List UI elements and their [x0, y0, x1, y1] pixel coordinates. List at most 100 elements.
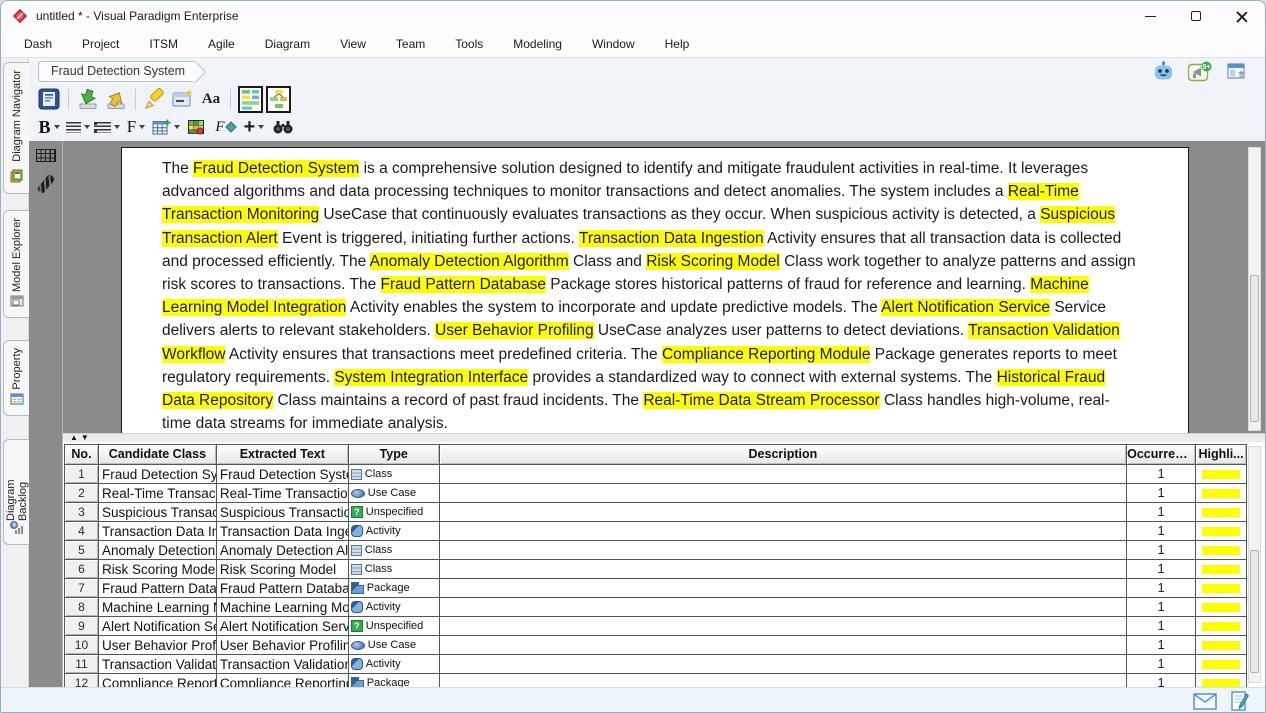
candidate-class-cell[interactable]: Fraud Pattern Database — [99, 579, 217, 598]
font-settings-button[interactable]: Aa — [198, 86, 224, 112]
table-scrollbar-thumb[interactable] — [1250, 550, 1259, 672]
diagram-tab-fraud-detection-system[interactable]: Fraud Detection System — [38, 61, 195, 82]
occurrence-cell[interactable]: 1 — [1127, 560, 1196, 579]
highlight-cell[interactable] — [1196, 503, 1247, 522]
text-analysis-page[interactable]: The Fraud Detection System is a comprehe… — [121, 147, 1189, 433]
occurrence-cell[interactable]: 1 — [1127, 598, 1196, 617]
type-cell[interactable]: ?Unspecified — [349, 617, 440, 636]
font-dropdown-button[interactable]: F — [123, 114, 149, 140]
add-candidate-dropdown-button[interactable]: + — [241, 114, 267, 140]
extracted-text-cell[interactable]: Suspicious Transaction Alert — [217, 503, 349, 522]
table-row[interactable]: 5Anomaly Detection AlgorithmAnomaly Dete… — [65, 541, 1247, 560]
type-cell[interactable]: Activity — [349, 522, 440, 541]
textual-analysis-doc-button[interactable] — [36, 86, 62, 112]
type-cell[interactable]: Use Case — [349, 484, 440, 503]
sidebar-tab-diagram-navigator[interactable]: Diagram Navigator — [3, 62, 29, 194]
highlight-color-swatch[interactable] — [1202, 679, 1240, 688]
menu-item-itsm[interactable]: ITSM — [134, 31, 193, 57]
assistant-robot-button[interactable] — [1150, 58, 1176, 84]
type-cell[interactable]: ?Unspecified — [349, 503, 440, 522]
highlight-cell[interactable] — [1196, 522, 1247, 541]
find-button[interactable] — [270, 114, 296, 140]
highlight-color-swatch[interactable] — [1202, 527, 1240, 536]
highlight-color-swatch[interactable] — [1202, 641, 1240, 650]
occurrence-cell[interactable]: 1 — [1127, 522, 1196, 541]
extracted-text-cell[interactable]: Fraud Detection System — [217, 465, 349, 484]
candidate-class-cell[interactable]: User Behavior Profiling — [99, 636, 217, 655]
row-number-cell[interactable]: 1 — [65, 465, 99, 484]
minimize-button[interactable] — [1127, 1, 1173, 31]
highlight-cell[interactable] — [1196, 598, 1247, 617]
type-cell[interactable]: Activity — [349, 598, 440, 617]
highlight-color-swatch[interactable] — [1202, 546, 1240, 555]
extracted-text-cell[interactable]: Transaction Data Ingestion — [217, 522, 349, 541]
highlight-cell[interactable] — [1196, 465, 1247, 484]
row-number-cell[interactable]: 8 — [65, 598, 99, 617]
occurrence-cell[interactable]: 1 — [1127, 503, 1196, 522]
occurrence-cell[interactable]: 1 — [1127, 484, 1196, 503]
header-no[interactable]: No. — [65, 445, 99, 465]
highlight-cell[interactable] — [1196, 579, 1247, 598]
candidate-class-cell[interactable]: Transaction Validation Workflow — [99, 655, 217, 674]
menu-item-project[interactable]: Project — [67, 31, 134, 57]
row-number-cell[interactable]: 5 — [65, 541, 99, 560]
news-notifications-button[interactable]: 9+ — [1187, 58, 1213, 84]
document-scrollbar-thumb[interactable] — [1250, 275, 1259, 422]
new-view-button[interactable] — [170, 86, 196, 112]
extracted-text-cell[interactable]: Compliance Reporting Module — [217, 674, 349, 687]
table-row[interactable]: 8Machine Learning Model IntegrationMachi… — [65, 598, 1247, 617]
table-row[interactable]: 4Transaction Data IngestionTransaction D… — [65, 522, 1247, 541]
table-scrollbar[interactable] — [1248, 446, 1261, 683]
insert-table-dropdown-button[interactable] — [152, 114, 180, 140]
header-type[interactable]: Type — [349, 445, 440, 465]
highlight-cell[interactable] — [1196, 560, 1247, 579]
table-row[interactable]: 1Fraud Detection SystemFraud Detection S… — [65, 465, 1247, 484]
header-occurrence[interactable]: Occurrence — [1127, 445, 1196, 465]
description-cell[interactable] — [440, 674, 1127, 687]
candidate-class-cell[interactable]: Machine Learning Model Integration — [99, 598, 217, 617]
table-row[interactable]: 6Risk Scoring ModelRisk Scoring ModelCla… — [65, 560, 1247, 579]
candidate-grid-icon[interactable] — [36, 149, 56, 162]
collapse-down-icon[interactable]: ▼ — [81, 434, 89, 442]
alignment-dropdown-button[interactable] — [65, 114, 91, 140]
header-candidate[interactable]: Candidate Class — [99, 445, 217, 465]
menu-item-team[interactable]: Team — [381, 31, 440, 57]
description-cell[interactable] — [440, 598, 1127, 617]
header-description[interactable]: Description — [440, 445, 1127, 465]
table-row[interactable]: 7Fraud Pattern DatabaseFraud Pattern Dat… — [65, 579, 1247, 598]
menu-item-help[interactable]: Help — [650, 31, 705, 57]
type-cell[interactable]: Package — [349, 674, 440, 687]
table-row[interactable]: 10User Behavior ProfilingUser Behavior P… — [65, 636, 1247, 655]
diagram-preview-1-button[interactable] — [237, 86, 263, 112]
messages-button[interactable] — [1193, 693, 1217, 710]
table-row[interactable]: 3Suspicious Transaction AlertSuspicious … — [65, 503, 1247, 522]
occurrence-cell[interactable]: 1 — [1127, 617, 1196, 636]
document-scrollbar[interactable] — [1248, 147, 1261, 431]
highlight-color-swatch[interactable] — [1202, 584, 1240, 593]
row-number-cell[interactable]: 12 — [65, 674, 99, 687]
row-number-cell[interactable]: 9 — [65, 617, 99, 636]
menu-item-agile[interactable]: Agile — [193, 31, 250, 57]
candidate-class-cell[interactable]: Suspicious Transaction Alert — [99, 503, 217, 522]
highlight-cell[interactable] — [1196, 617, 1247, 636]
highlight-color-swatch[interactable] — [1202, 565, 1240, 574]
table-row[interactable]: 11Transaction Validation WorkflowTransac… — [65, 655, 1247, 674]
candidate-class-cell[interactable]: Risk Scoring Model — [99, 560, 217, 579]
description-cell[interactable] — [440, 636, 1127, 655]
highlight-color-button[interactable] — [183, 114, 209, 140]
row-number-cell[interactable]: 10 — [65, 636, 99, 655]
occurrence-cell[interactable]: 1 — [1127, 579, 1196, 598]
menu-item-view[interactable]: View — [325, 31, 381, 57]
row-number-cell[interactable]: 3 — [65, 503, 99, 522]
highlight-pen-icon[interactable] — [36, 174, 55, 194]
highlight-color-swatch[interactable] — [1202, 622, 1240, 631]
highlight-color-swatch[interactable] — [1202, 489, 1240, 498]
occurrence-cell[interactable]: 1 — [1127, 655, 1196, 674]
collapse-up-icon[interactable]: ▲ — [70, 434, 78, 442]
type-cell[interactable]: Activity — [349, 655, 440, 674]
type-cell[interactable]: Use Case — [349, 636, 440, 655]
sidebar-tab-property[interactable]: Property — [3, 340, 29, 416]
row-number-cell[interactable]: 4 — [65, 522, 99, 541]
bold-dropdown-button[interactable]: B — [36, 114, 62, 140]
panes-layout-button[interactable] — [1224, 58, 1250, 84]
